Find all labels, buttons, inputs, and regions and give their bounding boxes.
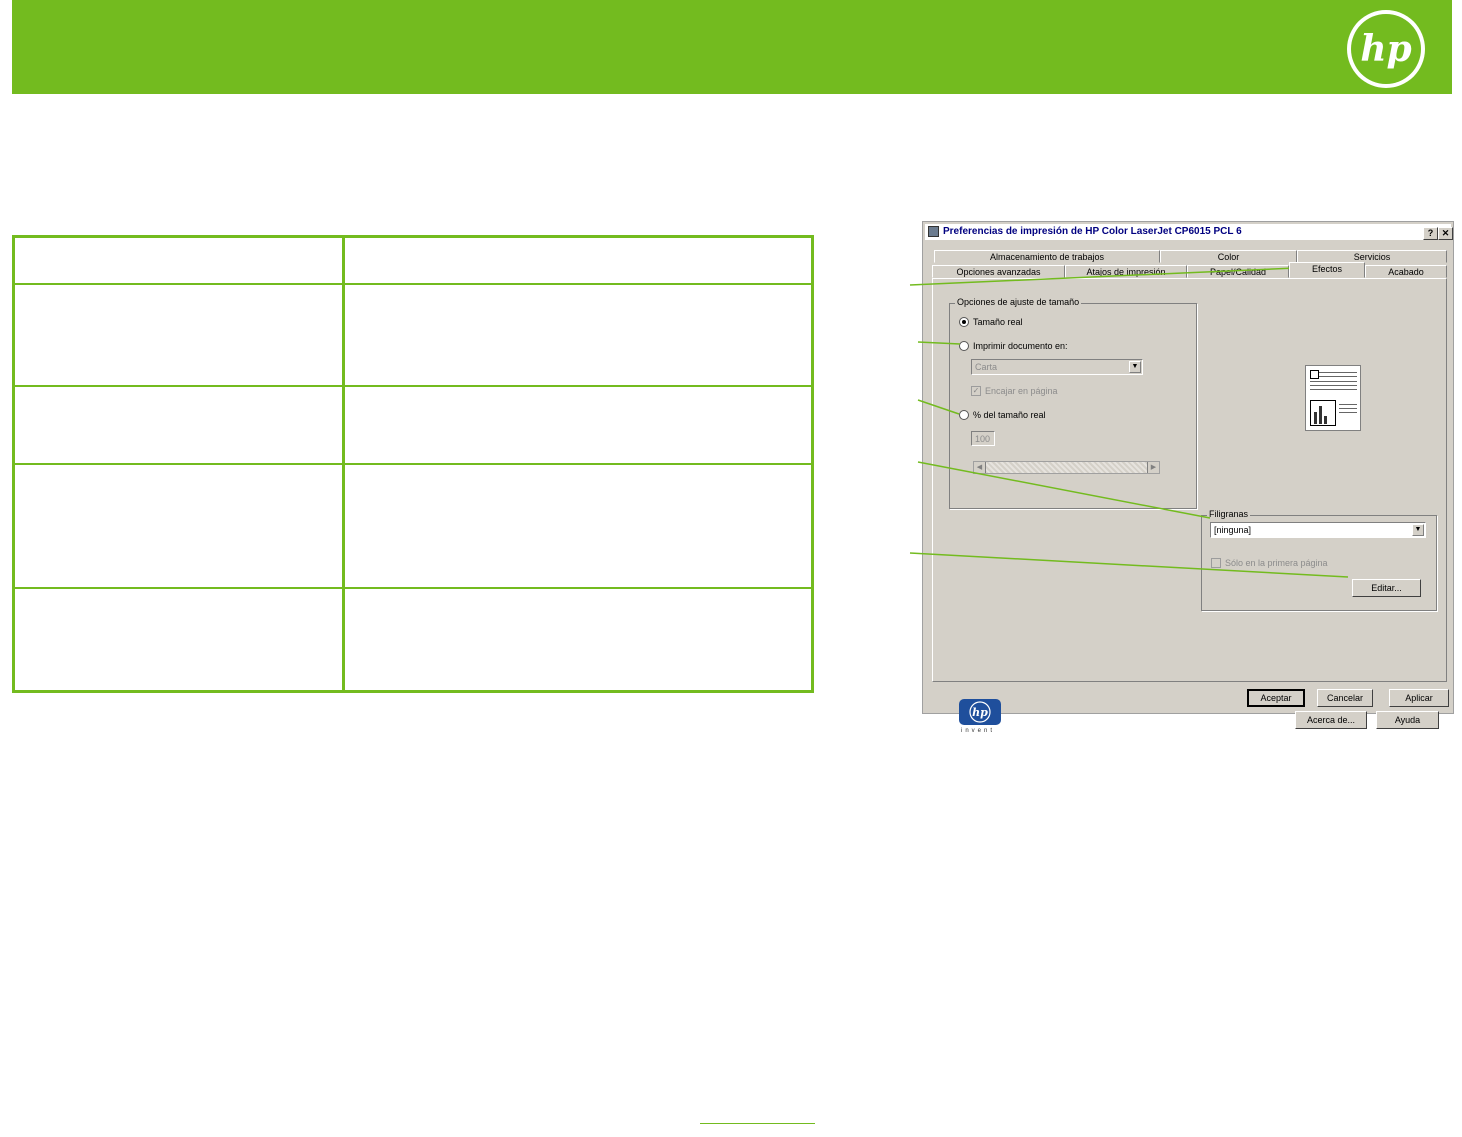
help-button[interactable]: Ayuda (1376, 711, 1439, 729)
radio-percent[interactable] (959, 410, 969, 420)
fit-to-page-label: Encajar en página (985, 386, 1058, 396)
table-row-divider (15, 587, 811, 589)
preview-letter-icon (1310, 370, 1319, 379)
resize-options-group (949, 303, 1197, 509)
table-row-divider (15, 463, 811, 465)
printer-icon (928, 226, 939, 237)
close-icon[interactable]: ✕ (1438, 227, 1453, 240)
radio-actual-size-label: Tamaño real (973, 317, 1023, 327)
hp-small-logo: hp (969, 701, 991, 723)
paper-size-value: Carta (975, 362, 998, 372)
fit-to-page-checkbox[interactable]: ✓ (971, 386, 981, 396)
feature-table (12, 235, 814, 693)
percent-value: 100 (975, 434, 991, 444)
paper-size-select[interactable]: Carta ▼ (971, 359, 1143, 375)
tab-atajos[interactable]: Atajos de impresión (1065, 265, 1187, 278)
apply-button[interactable]: Aplicar (1389, 689, 1449, 707)
resize-options-label: Opciones de ajuste de tamaño (955, 297, 1082, 307)
radio-percent-label: % del tamaño real (973, 410, 1046, 420)
svg-text:hp: hp (972, 706, 988, 719)
ok-button[interactable]: Aceptar (1247, 689, 1305, 707)
footer-rule (700, 1123, 815, 1124)
dialog-titlebar: Preferencias de impresión de HP Color La… (925, 224, 1453, 240)
tab-papel-calidad[interactable]: Papel/Calidad (1187, 265, 1289, 278)
tab-opciones-avanzadas[interactable]: Opciones avanzadas (932, 265, 1065, 278)
about-button[interactable]: Acerca de... (1295, 711, 1367, 729)
effects-panel: Opciones de ajuste de tamaño Tamaño real… (932, 278, 1447, 734)
percent-input[interactable]: 100 (971, 431, 995, 446)
percent-slider[interactable]: ◀ ▶ (973, 461, 1160, 474)
tab-acabado[interactable]: Acabado (1365, 265, 1447, 278)
dialog-title: Preferencias de impresión de HP Color La… (943, 226, 1242, 237)
table-row-divider (15, 385, 811, 387)
watermark-select[interactable]: [ninguna] ▼ (1210, 522, 1426, 538)
tab-color[interactable]: Color (1160, 250, 1297, 263)
scroll-right-icon[interactable]: ▶ (1147, 462, 1159, 473)
hp-invent-logo: hp (959, 699, 1001, 725)
cancel-button[interactable]: Cancelar (1317, 689, 1373, 707)
radio-actual-size[interactable] (959, 317, 969, 327)
chevron-down-icon: ▼ (1412, 524, 1424, 536)
invent-caption: invent (961, 728, 996, 734)
tab-almacenamiento[interactable]: Almacenamiento de trabajos (934, 250, 1160, 263)
hp-logo: hp (1347, 10, 1425, 88)
radio-print-on[interactable] (959, 341, 969, 351)
preview-chart-icon (1310, 400, 1336, 426)
chevron-down-icon: ▼ (1129, 361, 1141, 373)
page-preview-thumbnail (1305, 365, 1361, 431)
watermark-select-value: [ninguna] (1214, 525, 1252, 535)
watermarks-label: Filigranas (1207, 509, 1251, 519)
first-page-only-label: Sólo en la primera página (1225, 558, 1328, 568)
tab-efectos[interactable]: Efectos (1289, 262, 1365, 278)
first-page-only-checkbox[interactable] (1211, 558, 1221, 568)
scroll-left-icon[interactable]: ◀ (974, 462, 986, 473)
table-row-divider (15, 283, 811, 285)
radio-print-on-label: Imprimir documento en: (973, 341, 1068, 351)
print-preferences-dialog: Preferencias de impresión de HP Color La… (922, 221, 1454, 734)
header-banner (12, 0, 1452, 94)
edit-watermark-button[interactable]: Editar... (1352, 579, 1421, 597)
help-title-button[interactable]: ? (1423, 227, 1438, 240)
hp-logo-text: hp (1360, 28, 1411, 70)
